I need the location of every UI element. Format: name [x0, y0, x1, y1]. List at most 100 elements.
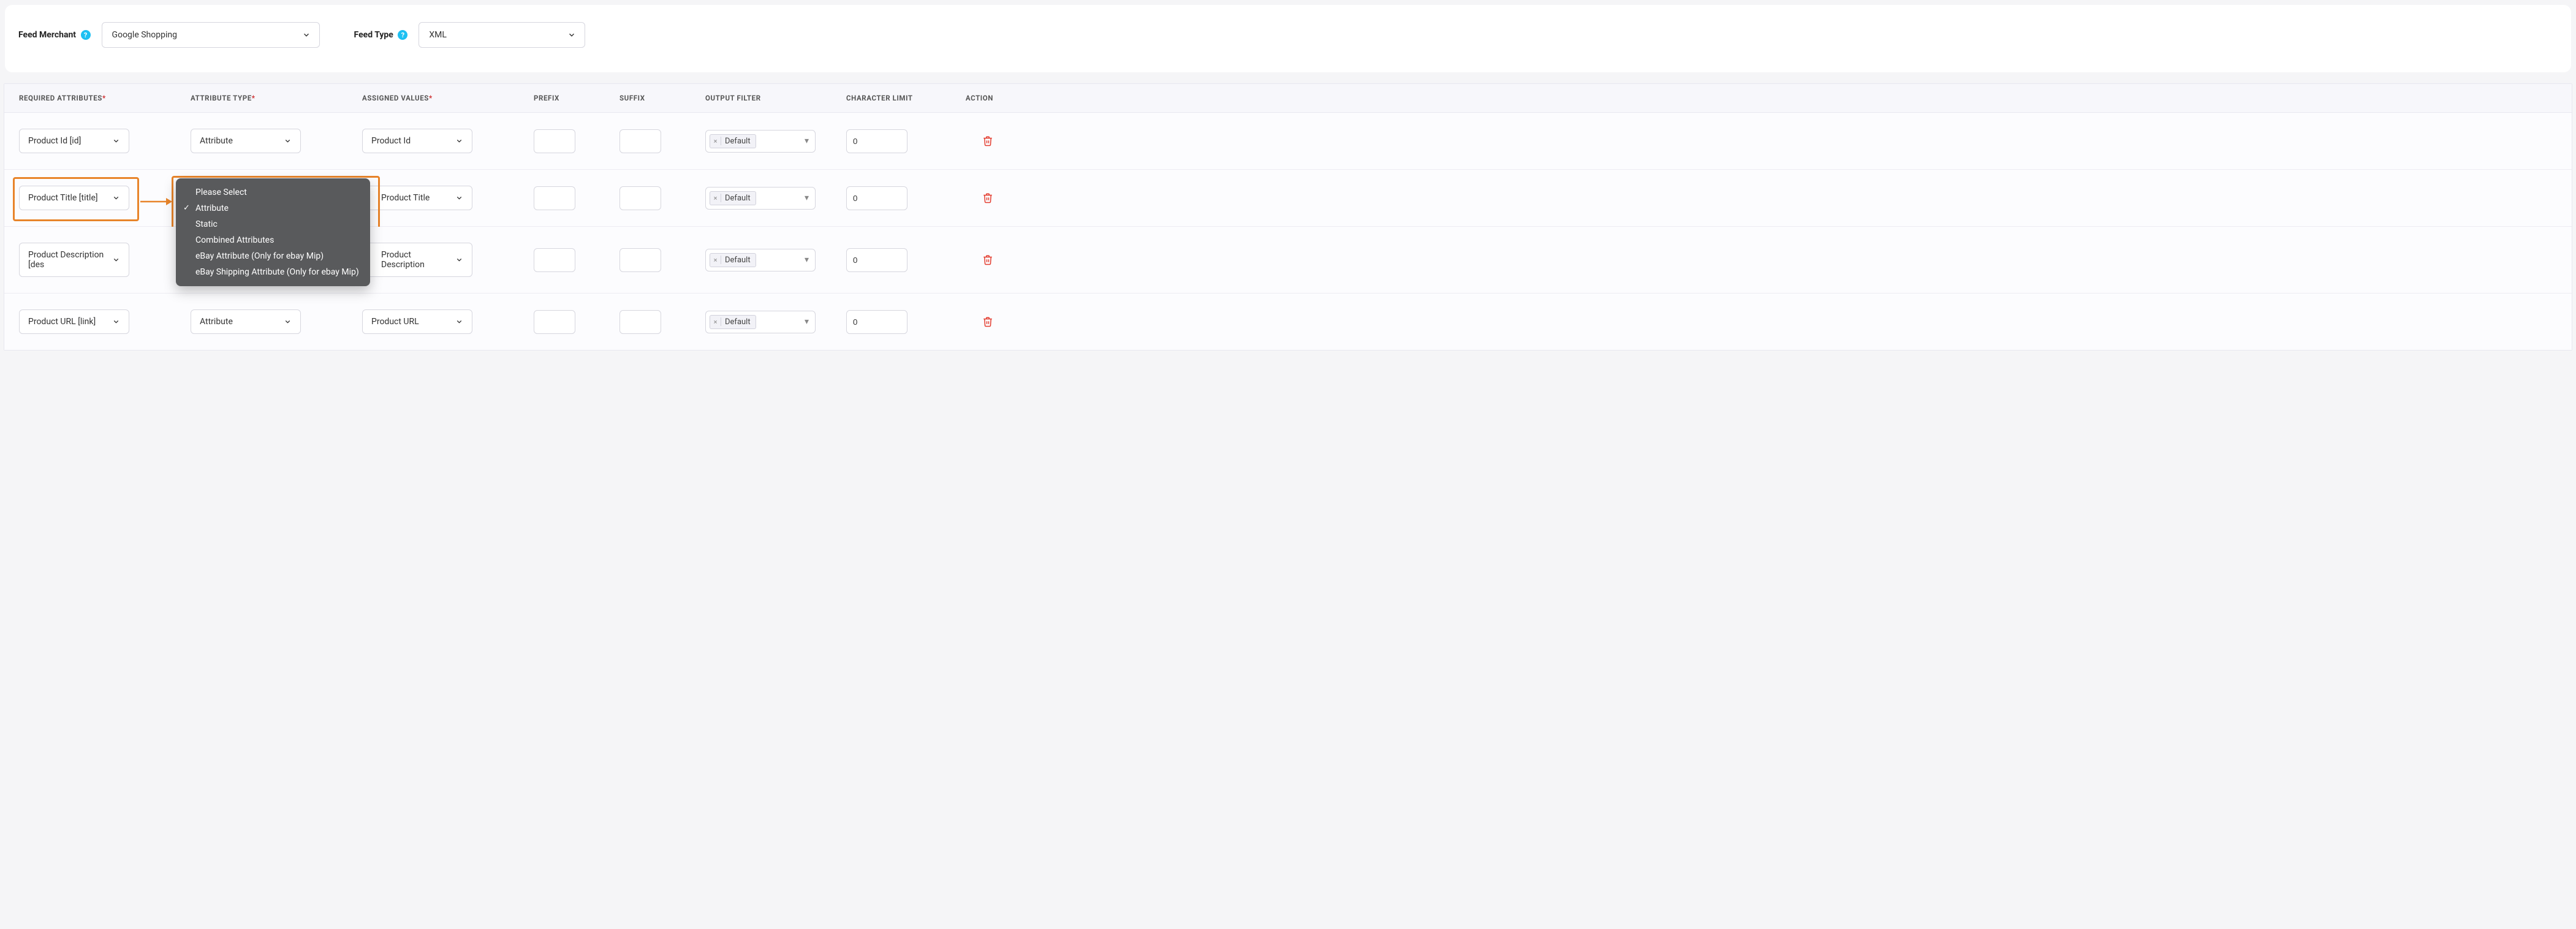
prefix-input[interactable] — [534, 248, 575, 272]
th-character-limit: CHARACTER LIMIT — [846, 94, 957, 102]
suffix-input[interactable] — [619, 186, 661, 210]
attribute-type-select[interactable]: Attribute — [191, 129, 301, 153]
chevron-down-icon — [455, 318, 463, 326]
output-filter-value: Default — [725, 256, 751, 265]
feed-merchant-group: Feed Merchant ? Google Shopping — [18, 22, 320, 48]
delete-row-button[interactable] — [957, 135, 993, 147]
remove-chip-icon[interactable]: × — [713, 256, 721, 264]
attribute-type-value: Attribute — [200, 317, 233, 327]
caret-down-icon: ▾ — [805, 193, 809, 203]
caret-down-icon: ▾ — [805, 255, 809, 265]
assigned-value-text: Product Description — [381, 250, 425, 270]
attributes-table: REQUIRED ATTRIBUTES* ATTRIBUTE TYPE* ASS… — [4, 83, 2572, 351]
dropdown-option[interactable]: eBay Shipping Attribute (Only for ebay M… — [176, 264, 370, 280]
assigned-value-select[interactable]: Product Description — [362, 243, 472, 277]
output-filter-value: Default — [725, 137, 751, 146]
required-attribute-select[interactable]: Product URL [link] — [19, 309, 129, 334]
feed-config-panel: Feed Merchant ? Google Shopping Feed Typ… — [5, 5, 2571, 72]
delete-row-button[interactable] — [957, 254, 993, 266]
table-header: REQUIRED ATTRIBUTES* ATTRIBUTE TYPE* ASS… — [4, 84, 2572, 113]
caret-down-icon: ▾ — [805, 136, 809, 146]
output-filter-value: Default — [725, 194, 751, 203]
th-attribute-type: ATTRIBUTE TYPE* — [191, 94, 362, 102]
assigned-value-select[interactable]: Product Title — [362, 186, 472, 210]
remove-chip-icon[interactable]: × — [713, 317, 721, 326]
required-attribute-select[interactable]: Product Title [title] — [19, 186, 129, 210]
character-limit-input[interactable] — [846, 310, 907, 334]
output-filter-select[interactable]: × Default ▾ — [705, 130, 816, 153]
assigned-value-text: Product Title — [381, 193, 430, 203]
attribute-type-value: Attribute — [200, 136, 233, 146]
prefix-input[interactable] — [534, 129, 575, 153]
prefix-input[interactable] — [534, 310, 575, 334]
output-filter-chip: × Default — [710, 191, 756, 205]
chevron-down-icon — [112, 137, 120, 145]
th-required-attributes: REQUIRED ATTRIBUTES* — [19, 94, 191, 102]
feed-type-group: Feed Type ? XML — [354, 22, 586, 48]
output-filter-chip: × Default — [710, 253, 756, 267]
table-row: Product Id [id] Attribute Product Id × De… — [4, 113, 2572, 170]
assigned-value-select[interactable]: Product Id — [362, 129, 472, 153]
feed-type-label: Feed Type ? — [354, 30, 408, 40]
output-filter-chip: × Default — [710, 134, 756, 148]
prefix-input[interactable] — [534, 186, 575, 210]
delete-row-button[interactable] — [957, 192, 993, 204]
chevron-down-icon — [302, 31, 311, 39]
required-attribute-value: Product Description [des — [28, 250, 104, 270]
output-filter-value: Default — [725, 317, 751, 327]
remove-chip-icon[interactable]: × — [713, 194, 721, 202]
suffix-input[interactable] — [619, 248, 661, 272]
output-filter-select[interactable]: × Default ▾ — [705, 311, 816, 333]
remove-chip-icon[interactable]: × — [713, 137, 721, 145]
chevron-down-icon — [567, 31, 576, 39]
chevron-down-icon — [112, 256, 120, 264]
chevron-down-icon — [284, 318, 292, 326]
required-attribute-select[interactable]: Product Id [id] — [19, 129, 129, 153]
chevron-down-icon — [455, 137, 463, 145]
caret-down-icon: ▾ — [805, 317, 809, 327]
feed-merchant-select[interactable]: Google Shopping — [102, 22, 320, 48]
th-suffix: SUFFIX — [619, 94, 705, 102]
suffix-input[interactable] — [619, 129, 661, 153]
chevron-down-icon — [284, 137, 292, 145]
dropdown-option[interactable]: Combined Attributes — [176, 232, 370, 248]
table-row: Product Description [des Attribute Produ… — [4, 227, 2572, 294]
required-attribute-value: Product Id [id] — [28, 136, 81, 146]
attribute-type-select[interactable]: Attribute — [191, 309, 301, 334]
feed-type-select[interactable]: XML — [419, 22, 585, 48]
feed-merchant-label-text: Feed Merchant — [18, 30, 76, 40]
feed-type-value: XML — [429, 30, 447, 40]
table-row: Product Title [title] Attribute Product … — [4, 170, 2572, 227]
required-attribute-select[interactable]: Product Description [des — [19, 243, 129, 277]
delete-row-button[interactable] — [957, 316, 993, 328]
character-limit-input[interactable] — [846, 129, 907, 153]
th-assigned-values: ASSIGNED VALUES* — [362, 94, 534, 102]
assigned-value-text: Product URL — [371, 317, 419, 327]
th-output-filter: OUTPUT FILTER — [705, 94, 846, 102]
dropdown-option[interactable]: eBay Attribute (Only for ebay Mip) — [176, 248, 370, 264]
output-filter-select[interactable]: × Default ▾ — [705, 187, 816, 210]
help-icon[interactable]: ? — [398, 30, 407, 40]
feed-type-label-text: Feed Type — [354, 30, 393, 40]
table-row: Product URL [link] Attribute Product URL… — [4, 294, 2572, 350]
chevron-down-icon — [455, 194, 463, 202]
character-limit-input[interactable] — [846, 248, 907, 272]
chevron-down-icon — [112, 194, 120, 202]
suffix-input[interactable] — [619, 310, 661, 334]
chevron-down-icon — [455, 256, 463, 264]
attribute-type-dropdown-menu: Please Select Attribute Static Combined … — [176, 178, 370, 286]
th-action: ACTION — [957, 94, 993, 102]
feed-merchant-label: Feed Merchant ? — [18, 30, 91, 40]
dropdown-option[interactable]: Please Select — [176, 184, 370, 200]
assigned-value-select[interactable]: Product URL — [362, 309, 472, 334]
feed-merchant-value: Google Shopping — [112, 30, 177, 40]
th-prefix: PREFIX — [534, 94, 619, 102]
dropdown-option[interactable]: Static — [176, 216, 370, 232]
dropdown-option[interactable]: Attribute — [176, 200, 370, 216]
character-limit-input[interactable] — [846, 186, 907, 210]
required-attribute-value: Product Title [title] — [28, 193, 98, 203]
output-filter-chip: × Default — [710, 315, 756, 329]
output-filter-select[interactable]: × Default ▾ — [705, 249, 816, 271]
help-icon[interactable]: ? — [81, 30, 91, 40]
assigned-value-text: Product Id — [371, 136, 411, 146]
